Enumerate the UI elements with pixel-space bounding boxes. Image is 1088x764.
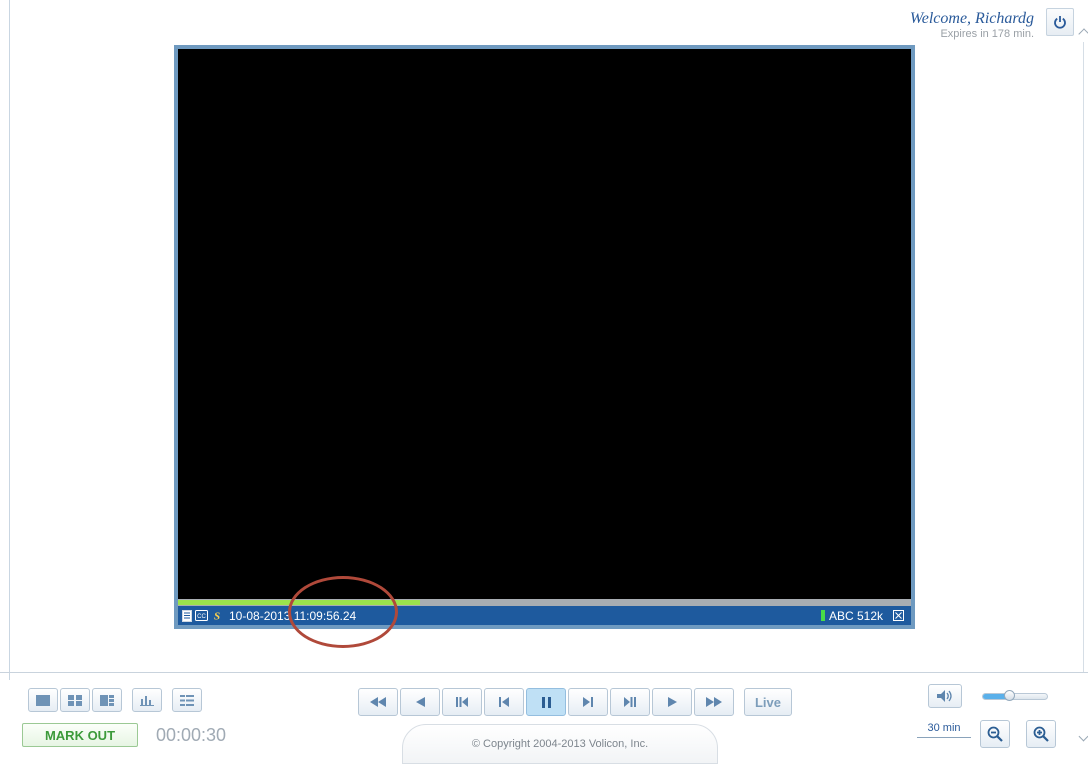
closed-caption-icon[interactable]: CC bbox=[195, 610, 208, 621]
pause-button[interactable] bbox=[526, 688, 566, 716]
quad-view-icon bbox=[68, 694, 82, 706]
volume-slider[interactable] bbox=[982, 690, 1048, 701]
clip-duration: 00:00:30 bbox=[156, 725, 227, 745]
svg-text:CC: CC bbox=[197, 614, 206, 620]
zoom-in-icon bbox=[1033, 726, 1049, 742]
user-info: Welcome, Richardg Expires in 178 min. bbox=[910, 10, 1034, 40]
session-expiry: Expires in 178 min. bbox=[940, 28, 1034, 40]
pause-icon bbox=[541, 696, 551, 708]
video-player: CC S 10-08-2013 11:09:56.24 ABC 512k bbox=[174, 45, 915, 629]
split-view-icon bbox=[100, 694, 114, 706]
prev-segment-icon bbox=[456, 697, 468, 707]
rewind-fast-icon bbox=[370, 697, 386, 707]
logout-button[interactable] bbox=[1046, 8, 1074, 36]
list-view-button[interactable] bbox=[172, 688, 202, 712]
fast-forward-icon bbox=[706, 697, 722, 707]
rewind-fast-button[interactable] bbox=[358, 688, 398, 716]
zoom-out-button[interactable] bbox=[980, 720, 1010, 748]
scroll-down-icon[interactable] bbox=[1078, 731, 1088, 742]
svg-text:S: S bbox=[214, 611, 220, 623]
close-icon[interactable] bbox=[893, 610, 904, 621]
zoom-out-icon bbox=[987, 726, 1003, 742]
bar-chart-icon bbox=[140, 695, 154, 706]
transcript-icon[interactable] bbox=[182, 609, 192, 622]
play-icon bbox=[667, 697, 677, 707]
prev-segment-button[interactable] bbox=[442, 688, 482, 716]
control-panel-divider bbox=[0, 672, 1088, 673]
quad-view-button[interactable] bbox=[60, 688, 90, 712]
timeline-zoom-level: 30 min bbox=[917, 722, 971, 738]
rewind-icon bbox=[415, 697, 425, 707]
timestamp-highlight-annotation bbox=[288, 576, 398, 648]
copyright-text: © Copyright 2004-2013 Volicon, Inc. bbox=[471, 738, 649, 750]
right-scrollbar-track[interactable] bbox=[1083, 42, 1084, 672]
fast-forward-button[interactable] bbox=[694, 688, 734, 716]
source-icon[interactable]: S bbox=[211, 609, 223, 622]
mute-button[interactable] bbox=[928, 684, 962, 708]
video-display[interactable] bbox=[178, 49, 911, 599]
rewind-button[interactable] bbox=[400, 688, 440, 716]
prev-frame-icon bbox=[499, 697, 509, 707]
single-view-icon bbox=[36, 694, 50, 706]
signal-indicator bbox=[820, 610, 825, 621]
zoom-in-button[interactable] bbox=[1026, 720, 1056, 748]
chart-view-button[interactable] bbox=[132, 688, 162, 712]
live-button[interactable]: Live bbox=[744, 688, 792, 716]
channel-label: ABC 512k bbox=[828, 608, 883, 623]
next-segment-icon bbox=[624, 697, 636, 707]
play-button[interactable] bbox=[652, 688, 692, 716]
welcome-text: Welcome, Richardg bbox=[909, 10, 1034, 27]
mark-out-button[interactable]: MARK OUT bbox=[22, 723, 138, 747]
power-icon bbox=[1054, 16, 1066, 29]
scroll-up-icon[interactable] bbox=[1078, 28, 1088, 40]
next-frame-icon bbox=[583, 697, 593, 707]
next-segment-button[interactable] bbox=[610, 688, 650, 716]
prev-frame-button[interactable] bbox=[484, 688, 524, 716]
single-view-button[interactable] bbox=[28, 688, 58, 712]
split-view-button[interactable] bbox=[92, 688, 122, 712]
next-frame-button[interactable] bbox=[568, 688, 608, 716]
left-border bbox=[9, 0, 10, 680]
list-view-icon bbox=[180, 694, 194, 706]
volume-slider-handle[interactable] bbox=[1003, 690, 1015, 701]
speaker-icon bbox=[937, 690, 952, 702]
